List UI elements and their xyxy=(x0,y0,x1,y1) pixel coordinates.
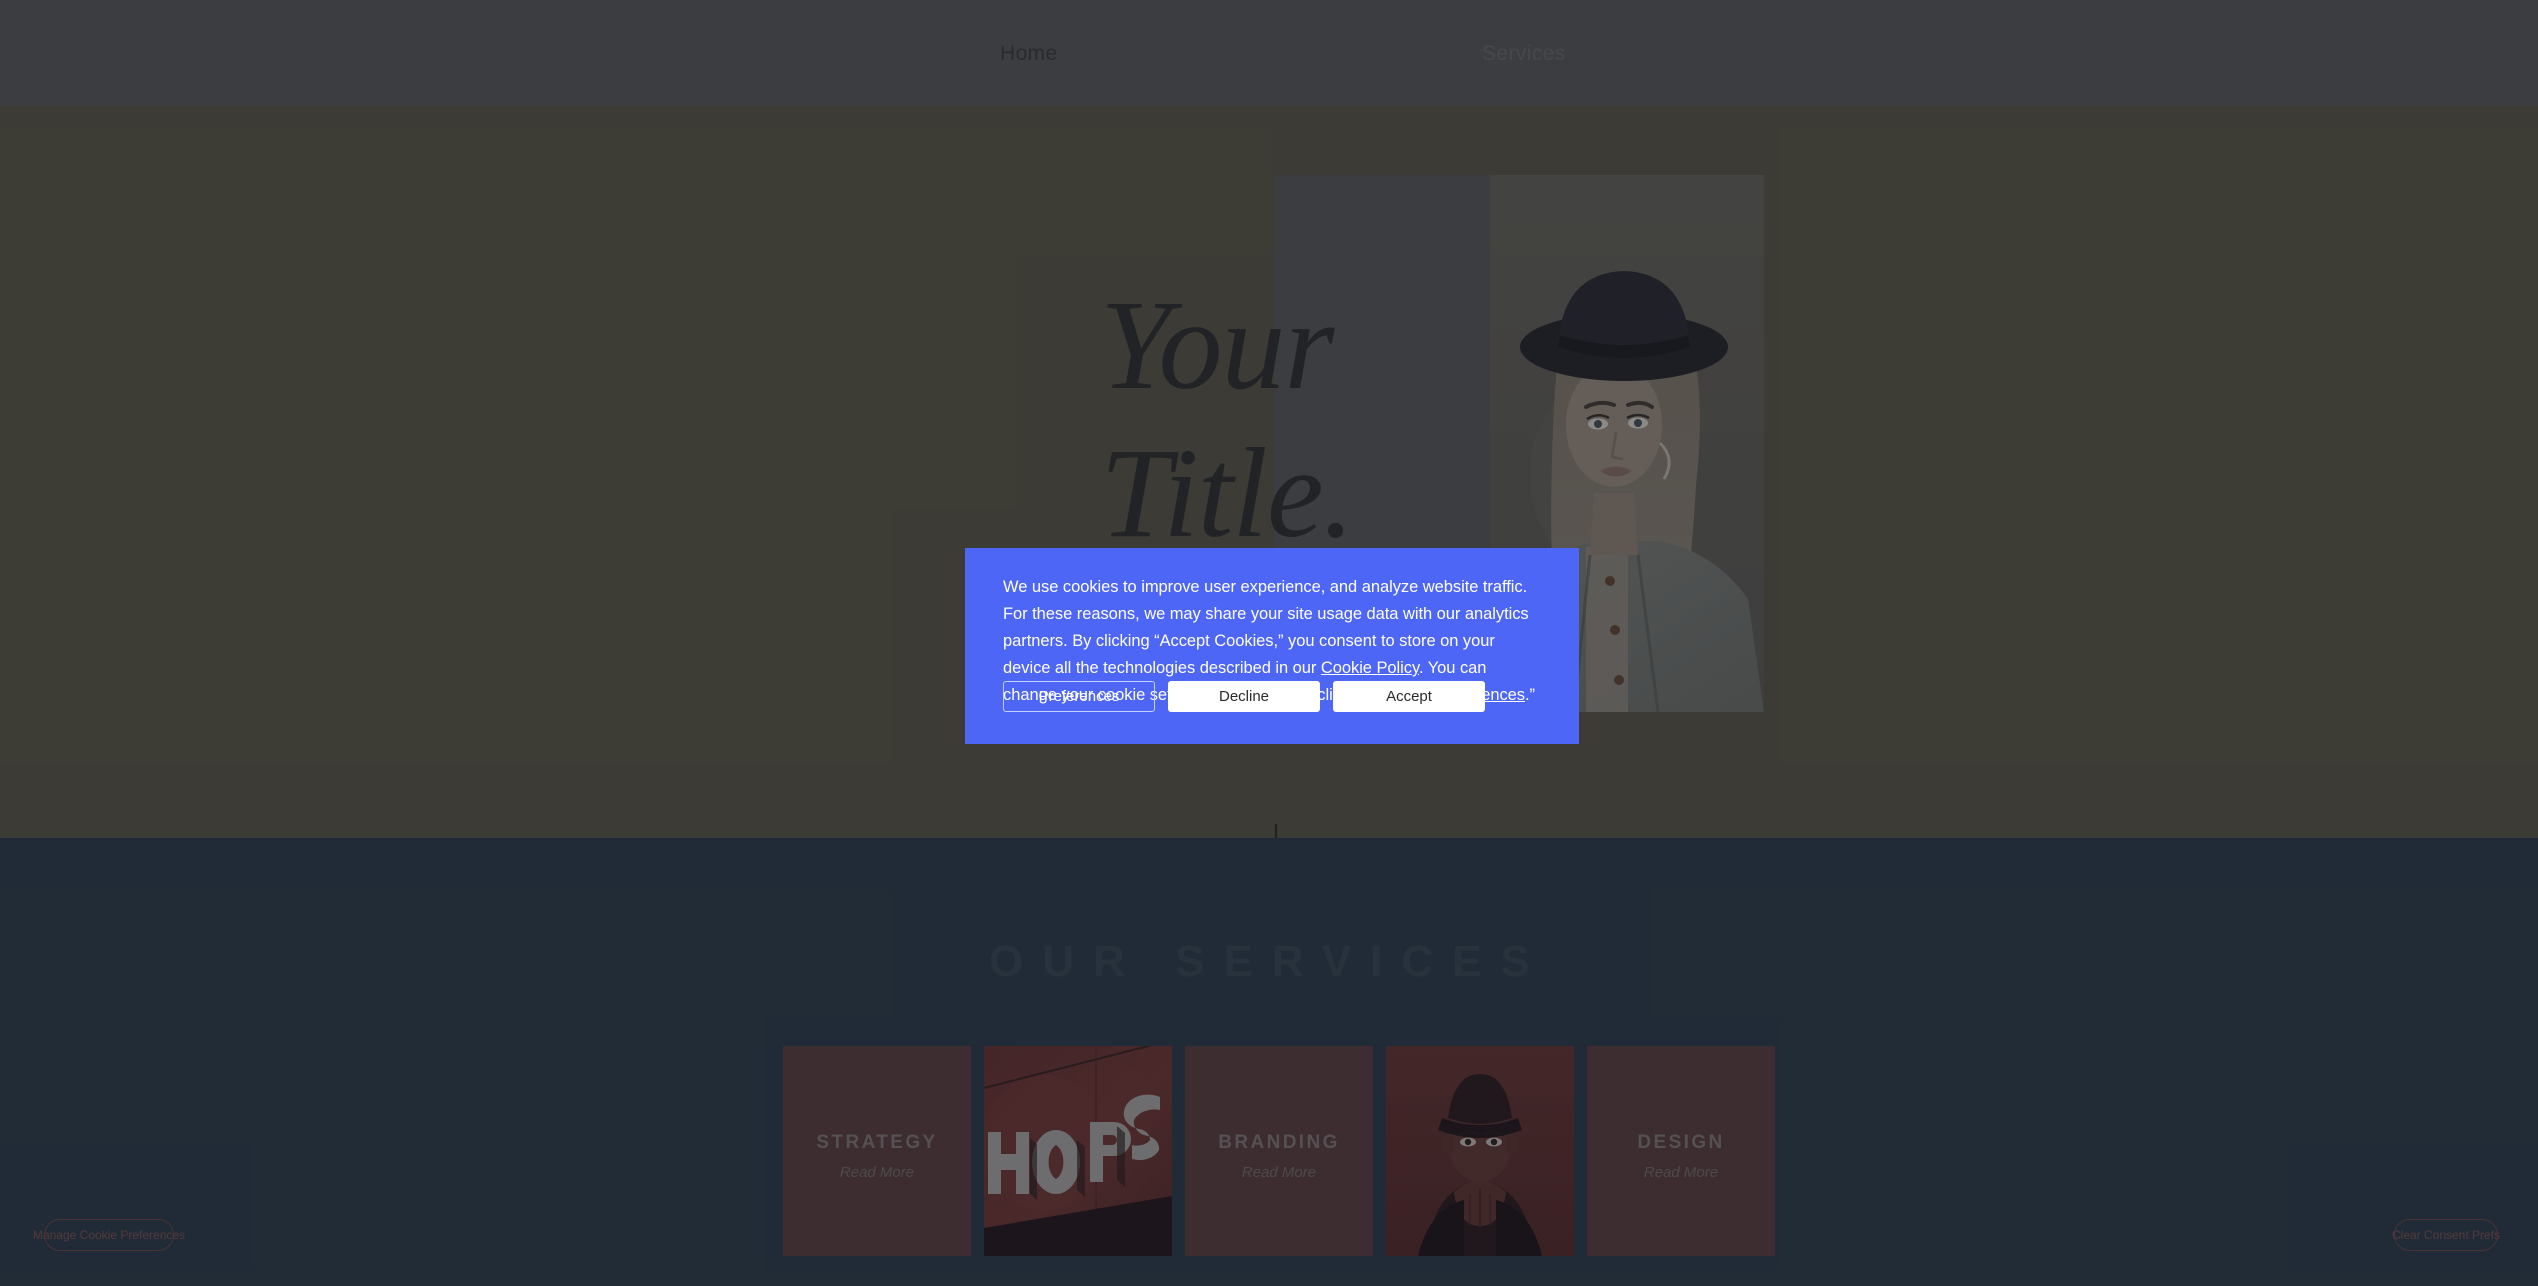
arrow-down-icon[interactable] xyxy=(1265,824,1287,838)
cookie-accept-button[interactable]: Accept xyxy=(1333,681,1485,712)
services-heading: OUR SERVICES xyxy=(989,937,1549,986)
cookie-policy-link[interactable]: Cookie Policy xyxy=(1321,659,1419,677)
service-card-image-hops[interactable] xyxy=(984,1046,1172,1256)
service-card-title: BRANDING xyxy=(1218,1132,1340,1153)
hero-title: Your Title. xyxy=(1100,271,1440,567)
clear-consent-prefs-button[interactable]: Clear Consent Prefs xyxy=(2392,1219,2500,1251)
page-root: Home Services Your Title. OUR SERVICES S… xyxy=(0,0,2538,1286)
cookie-preferences-button[interactable]: Preferences xyxy=(1003,681,1155,712)
nav-item-services[interactable]: Services xyxy=(1482,42,1566,66)
hero-title-line-1: Your xyxy=(1100,274,1334,416)
service-card-read-more-link[interactable]: Read More xyxy=(1185,1164,1373,1181)
hero-title-line-2: Title. xyxy=(1100,422,1355,564)
service-card-image-portrait[interactable] xyxy=(1386,1046,1574,1256)
service-card-read-more-link[interactable]: Read More xyxy=(783,1164,971,1181)
cookie-consent-banner: We use cookies to improve user experienc… xyxy=(965,548,1579,744)
cookie-text-part-3: .” xyxy=(1524,686,1535,704)
services-card-list: STRATEGY Read More BRANDING Read More DE… xyxy=(783,1046,1775,1256)
cookie-decline-button[interactable]: Decline xyxy=(1168,681,1320,712)
service-card-title: DESIGN xyxy=(1637,1132,1725,1153)
top-navigation-bar: Home Services xyxy=(0,0,2538,106)
service-card-read-more-link[interactable]: Read More xyxy=(1587,1164,1775,1181)
service-card-branding[interactable]: BRANDING Read More xyxy=(1185,1046,1373,1256)
service-card-title: STRATEGY xyxy=(816,1132,938,1153)
services-section: OUR SERVICES STRATEGY Read More BRANDING… xyxy=(0,838,2538,1286)
nav-item-home[interactable]: Home xyxy=(1000,42,1058,66)
service-card-strategy[interactable]: STRATEGY Read More xyxy=(783,1046,971,1256)
manage-cookie-preferences-button[interactable]: Manage Cookie Preferences xyxy=(33,1219,185,1251)
cookie-banner-button-group: Preferences Decline Accept xyxy=(1003,681,1485,712)
service-card-design[interactable]: DESIGN Read More xyxy=(1587,1046,1775,1256)
